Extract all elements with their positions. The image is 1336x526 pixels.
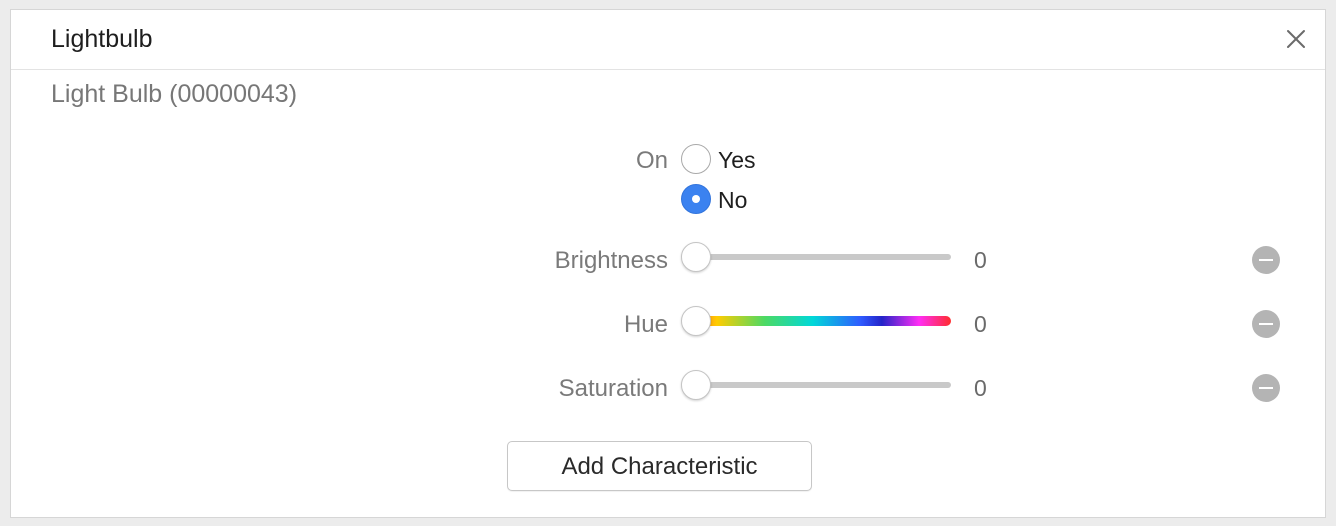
brightness-slider-thumb[interactable] xyxy=(681,242,711,272)
hue-value: 0 xyxy=(974,311,987,337)
radio-selected-dot xyxy=(692,195,700,203)
hue-slider-track[interactable] xyxy=(685,316,951,326)
minus-circle-icon xyxy=(1259,259,1273,261)
close-icon[interactable] xyxy=(1283,26,1309,52)
on-no-radio[interactable] xyxy=(681,184,711,214)
saturation-remove-button[interactable] xyxy=(1252,374,1280,402)
brightness-slider-track[interactable] xyxy=(685,254,951,260)
service-name: Light Bulb (00000043) xyxy=(51,80,298,108)
minus-circle-icon xyxy=(1259,323,1273,325)
title-bar: Lightbulb xyxy=(11,10,1325,70)
add-characteristic-button[interactable]: Add Characteristic xyxy=(507,441,812,491)
hue-label: Hue xyxy=(623,311,668,338)
hue-remove-button[interactable] xyxy=(1252,310,1280,338)
on-label: On xyxy=(635,147,668,174)
on-yes-radio[interactable] xyxy=(681,144,711,174)
saturation-slider-track[interactable] xyxy=(685,382,951,388)
on-yes-label[interactable]: Yes xyxy=(718,147,756,174)
saturation-slider-thumb[interactable] xyxy=(681,370,711,400)
hue-slider-thumb[interactable] xyxy=(681,306,711,336)
saturation-value: 0 xyxy=(974,375,987,401)
brightness-value: 0 xyxy=(974,247,987,273)
window-title: Lightbulb xyxy=(51,25,153,53)
on-no-label[interactable]: No xyxy=(718,187,747,214)
saturation-label: Saturation xyxy=(558,375,668,402)
brightness-label: Brightness xyxy=(554,247,668,274)
minus-circle-icon xyxy=(1259,387,1273,389)
brightness-remove-button[interactable] xyxy=(1252,246,1280,274)
